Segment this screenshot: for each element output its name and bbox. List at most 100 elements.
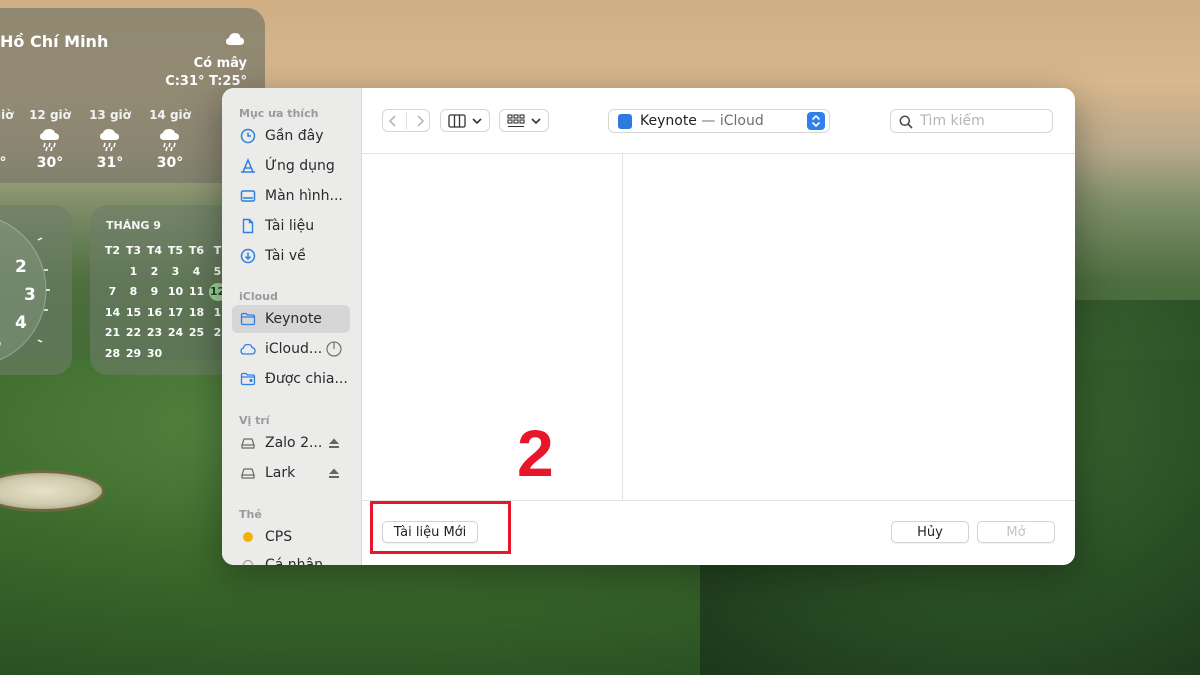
calendar-day: 21 [104,326,121,339]
search-box[interactable] [890,109,1053,133]
calendar-week: 21 22 23 24 25 2 [102,323,228,344]
sidebar-item-label: Zalo 2... [265,435,323,451]
tag-dot-icon [240,557,256,565]
download-icon [240,248,256,264]
calendar-day: 14 [104,305,121,319]
sidebar-item-label: iCloud... [265,341,323,357]
sidebar-item-zalo[interactable]: Zalo 2... [232,429,350,457]
calendar-day [102,262,123,283]
calendar-week: 7 8 9 10 11 12 [102,282,228,303]
sidebar-item-downloads[interactable]: Tài về [232,242,350,270]
sidebar-item-label: Tài về [265,248,306,264]
rain-cloud-icon [100,129,119,152]
sidebar-item-lark[interactable]: Lark [232,459,350,487]
calendar-day: 30 [146,346,163,360]
sidebar-item-label: CPS [265,529,293,545]
weekday: T2 [104,244,121,257]
back-chevron-icon[interactable] [387,114,399,128]
sidebar-item-documents[interactable]: Tài liệu [232,212,350,240]
annotation-step-number: 2 [517,416,554,490]
weather-condition: Có mây [193,56,247,71]
annotation-highlight-box [370,501,511,554]
sidebar-item-label: Cá nhân [265,557,324,565]
calendar-day: 11 [188,285,205,298]
sidebar-item-label: Tài liệu [265,218,315,234]
search-icon [899,115,913,129]
location-popup[interactable]: Keynote — iCloud [608,109,830,133]
eject-icon[interactable] [326,435,342,451]
sidebar-item-label: Keynote [265,311,322,327]
calendar-day: 29 [125,346,142,360]
weather-city: Hồ Chí Minh [0,32,109,51]
rain-cloud-icon [40,129,59,152]
calendar-day: 2 [150,264,159,278]
cloud-icon [226,33,244,45]
sidebar-item-label: Ứng dụng [265,158,335,174]
sidebar-section-icloud: iCloud [239,290,278,303]
sidebar-tag-cps[interactable]: CPS [232,523,350,551]
view-columns-button[interactable] [440,109,490,132]
calendar-day: 3 [171,264,180,278]
sidebar-item-desktop[interactable]: Màn hình... [232,182,350,210]
calendar-day: 22 [125,326,142,339]
open-file-dialog: Mục ưa thích Gần đây Ứng dụng Màn hình..… [222,88,1075,565]
eject-icon[interactable] [326,465,342,481]
clock-number: 3 [24,285,36,305]
calendar-day: 18 [188,305,205,319]
sidebar-item-icloud-drive[interactable]: iCloud... [232,335,350,363]
rain-cloud-icon [0,127,28,153]
sidebar-tag-personal[interactable]: Cá nhân [232,551,350,565]
calendar-day: 7 [108,285,117,298]
clock-widget[interactable]: 1 2 3 4 5 [0,205,72,375]
weekday: T5 [167,244,184,257]
grid-group-icon [506,113,525,127]
dialog-toolbar: Keynote — iCloud [362,88,1075,154]
sidebar-item-shared[interactable]: Được chia... [232,365,350,393]
weekday: T6 [188,244,205,257]
chevron-down-icon [530,117,541,124]
rain-cloud-icon [160,129,179,152]
cloud-icon [240,343,256,355]
cancel-button[interactable]: Hủy [891,521,969,543]
calendar-week: 1 2 3 4 5 [102,262,228,283]
analog-clock-face: 1 2 3 4 5 [0,219,50,361]
dialog-sidebar: Mục ưa thích Gần đây Ứng dụng Màn hình..… [222,88,362,565]
calendar-day [165,344,186,365]
clock-icon [240,128,256,144]
nav-separator [405,112,407,129]
sidebar-item-keynote[interactable]: Keynote [232,305,350,333]
weather-hour: 13 giờ 31° [89,108,131,171]
calendar-day: 23 [146,326,163,339]
sidebar-item-recents[interactable]: Gần đây [232,122,350,150]
weather-hour: 14 giờ 30° [149,108,191,171]
open-button[interactable]: Mở [977,521,1055,543]
calendar-widget[interactable]: THÁNG 9 T2 T3 T4 T5 T6 T 1 2 3 4 5 7 8 9… [90,205,240,375]
group-button[interactable] [499,109,549,132]
document-icon [242,218,254,234]
sidebar-item-applications[interactable]: Ứng dụng [232,152,350,180]
drive-icon [241,438,255,449]
clock-number: 4 [15,313,27,333]
column-divider[interactable] [622,154,623,500]
sidebar-section-favorites: Mục ưa thích [239,107,319,120]
sidebar-section-locations: Vị trí [239,414,270,427]
calendar-day: 1 [129,264,138,278]
sidebar-item-label: Lark [265,465,296,481]
nav-buttons [382,109,430,132]
shared-folder-icon [240,372,256,386]
popup-stepper-icon [807,112,825,130]
chevron-down-icon [471,117,482,124]
calendar-month: THÁNG 9 [106,219,161,232]
desktop-icon [240,190,256,202]
forward-chevron-icon[interactable] [414,114,426,128]
location-name: Keynote [640,113,697,129]
weather-range: C:31° T:25° [165,74,247,89]
calendar-day: 17 [167,305,184,319]
search-input[interactable] [920,113,1048,129]
weekday: T3 [125,244,142,257]
location-source: — iCloud [696,113,764,129]
calendar-day [186,344,207,365]
folder-icon [240,312,256,326]
tag-dot-icon [240,529,256,545]
calendar-day: 15 [125,305,142,319]
